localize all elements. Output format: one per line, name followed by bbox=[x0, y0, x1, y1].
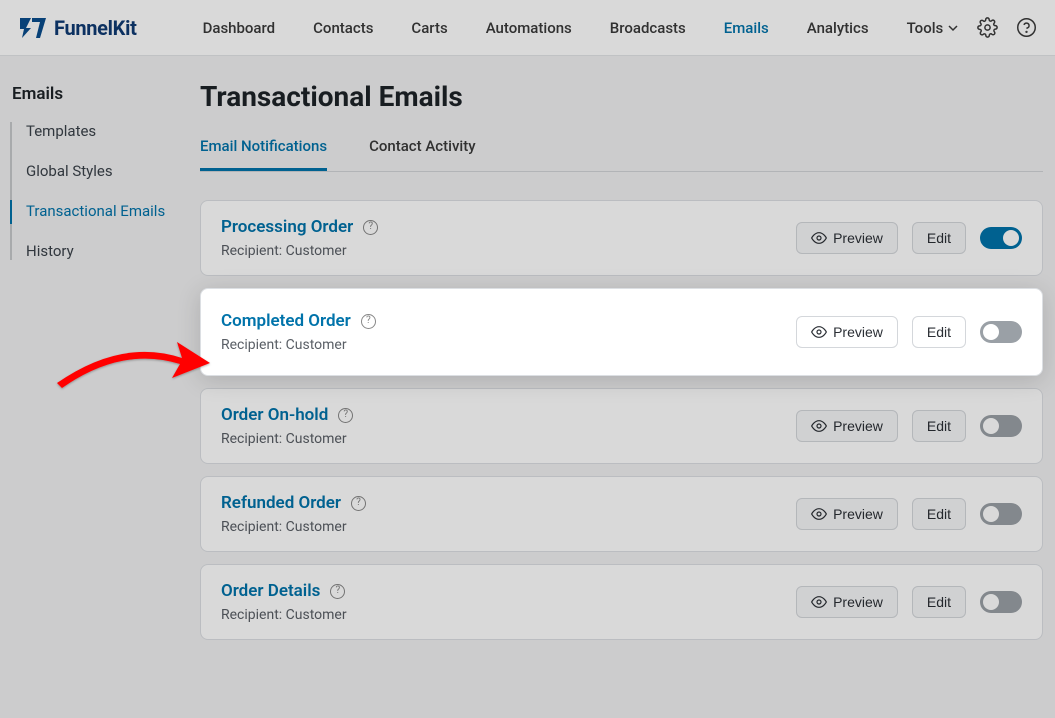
sidebar: Emails Templates Global Styles Transacti… bbox=[0, 56, 200, 718]
enable-toggle[interactable] bbox=[980, 227, 1022, 249]
card-title-row: Order Details? bbox=[221, 581, 347, 601]
preview-label: Preview bbox=[833, 418, 883, 434]
edit-button[interactable]: Edit bbox=[912, 410, 966, 442]
toggle-knob bbox=[983, 418, 999, 434]
eye-icon bbox=[811, 506, 827, 522]
settings-icon[interactable] bbox=[977, 17, 998, 38]
tab-contact-activity[interactable]: Contact Activity bbox=[369, 137, 476, 171]
edit-button[interactable]: Edit bbox=[912, 498, 966, 530]
email-card: Order On-hold? Recipient: Customer Preview… bbox=[200, 388, 1043, 464]
sidebar-heading: Emails bbox=[8, 84, 200, 122]
page-title: Transactional Emails bbox=[200, 80, 1043, 113]
card-left: Completed Order? Recipient: Customer bbox=[221, 311, 376, 353]
email-card: Processing Order? Recipient: Customer Prev… bbox=[200, 200, 1043, 276]
tab-email-notifications[interactable]: Email Notifications bbox=[200, 137, 327, 171]
card-title-row: Processing Order? bbox=[221, 217, 378, 237]
card-left: Order On-hold? Recipient: Customer bbox=[221, 405, 353, 447]
card-subtitle: Recipient: Customer bbox=[221, 607, 347, 623]
card-left: Processing Order? Recipient: Customer bbox=[221, 217, 378, 259]
preview-label: Preview bbox=[833, 230, 883, 246]
enable-toggle[interactable] bbox=[980, 321, 1022, 343]
card-actions: Preview Edit bbox=[796, 316, 1022, 348]
sidebar-item-global-styles[interactable]: Global Styles bbox=[26, 162, 200, 180]
logo[interactable]: FunnelKit bbox=[18, 16, 137, 40]
card-actions: Preview Edit bbox=[796, 410, 1022, 442]
topnav: Dashboard Contacts Carts Automations Bro… bbox=[203, 19, 960, 37]
eye-icon bbox=[811, 324, 827, 340]
card-subtitle: Recipient: Customer bbox=[221, 431, 353, 447]
card-title-link[interactable]: Processing Order bbox=[221, 217, 353, 237]
email-card: Completed Order? Recipient: Customer Previ… bbox=[200, 288, 1043, 376]
toggle-knob bbox=[983, 506, 999, 522]
info-icon[interactable]: ? bbox=[363, 220, 378, 235]
card-actions: Preview Edit bbox=[796, 222, 1022, 254]
topnav-carts[interactable]: Carts bbox=[411, 19, 447, 37]
tabs: Email Notifications Contact Activity bbox=[200, 137, 1043, 172]
eye-icon bbox=[811, 230, 827, 246]
topnav-analytics[interactable]: Analytics bbox=[807, 19, 869, 37]
card-left: Order Details? Recipient: Customer bbox=[221, 581, 347, 623]
info-icon[interactable]: ? bbox=[361, 314, 376, 329]
toggle-knob bbox=[983, 594, 999, 610]
preview-button[interactable]: Preview bbox=[796, 222, 898, 254]
preview-button[interactable]: Preview bbox=[796, 316, 898, 348]
edit-button[interactable]: Edit bbox=[912, 222, 966, 254]
topnav-emails[interactable]: Emails bbox=[724, 19, 769, 37]
preview-label: Preview bbox=[833, 594, 883, 610]
edit-button[interactable]: Edit bbox=[912, 316, 966, 348]
sidebar-item-transactional-emails[interactable]: Transactional Emails bbox=[26, 202, 200, 220]
edit-button[interactable]: Edit bbox=[912, 586, 966, 618]
card-title-row: Completed Order? bbox=[221, 311, 376, 331]
topnav-tools[interactable]: Tools bbox=[907, 19, 960, 37]
info-icon[interactable]: ? bbox=[338, 408, 353, 423]
layout: Emails Templates Global Styles Transacti… bbox=[0, 56, 1055, 718]
card-title-link[interactable]: Order Details bbox=[221, 581, 320, 601]
preview-button[interactable]: Preview bbox=[796, 498, 898, 530]
enable-toggle[interactable] bbox=[980, 591, 1022, 613]
preview-label: Preview bbox=[833, 324, 883, 340]
sidebar-items: Templates Global Styles Transactional Em… bbox=[10, 122, 200, 260]
preview-label: Preview bbox=[833, 506, 883, 522]
enable-toggle[interactable] bbox=[980, 415, 1022, 437]
info-icon[interactable]: ? bbox=[330, 584, 345, 599]
card-left: Refunded Order? Recipient: Customer bbox=[221, 493, 366, 535]
card-subtitle: Recipient: Customer bbox=[221, 243, 378, 259]
card-actions: Preview Edit bbox=[796, 498, 1022, 530]
card-title-link[interactable]: Order On-hold bbox=[221, 405, 328, 425]
card-subtitle: Recipient: Customer bbox=[221, 519, 366, 535]
preview-button[interactable]: Preview bbox=[796, 410, 898, 442]
card-actions: Preview Edit bbox=[796, 586, 1022, 618]
card-title-link[interactable]: Refunded Order bbox=[221, 493, 341, 513]
eye-icon bbox=[811, 418, 827, 434]
sidebar-item-templates[interactable]: Templates bbox=[26, 122, 200, 140]
topnav-broadcasts[interactable]: Broadcasts bbox=[610, 19, 686, 37]
card-title-link[interactable]: Completed Order bbox=[221, 311, 351, 331]
topbar: FunnelKit Dashboard Contacts Carts Autom… bbox=[0, 0, 1055, 56]
toggle-knob bbox=[1003, 230, 1019, 246]
card-subtitle: Recipient: Customer bbox=[221, 337, 376, 353]
card-title-row: Order On-hold? bbox=[221, 405, 353, 425]
topnav-dashboard[interactable]: Dashboard bbox=[203, 19, 276, 37]
topnav-tools-label: Tools bbox=[907, 19, 944, 37]
eye-icon bbox=[811, 594, 827, 610]
toggle-knob bbox=[983, 324, 999, 340]
info-icon[interactable]: ? bbox=[351, 496, 366, 511]
topnav-contacts[interactable]: Contacts bbox=[313, 19, 373, 37]
preview-button[interactable]: Preview bbox=[796, 586, 898, 618]
help-icon[interactable] bbox=[1016, 17, 1037, 38]
card-title-row: Refunded Order? bbox=[221, 493, 366, 513]
topnav-automations[interactable]: Automations bbox=[486, 19, 572, 37]
enable-toggle[interactable] bbox=[980, 503, 1022, 525]
email-card: Order Details? Recipient: Customer Preview… bbox=[200, 564, 1043, 640]
logo-text: FunnelKit bbox=[54, 16, 137, 40]
chevron-down-icon bbox=[947, 22, 959, 34]
main: Transactional Emails Email Notifications… bbox=[200, 56, 1055, 718]
cards: Processing Order? Recipient: Customer Prev… bbox=[200, 200, 1043, 640]
email-card: Refunded Order? Recipient: Customer Previe… bbox=[200, 476, 1043, 552]
topbar-right bbox=[977, 17, 1037, 38]
sidebar-item-history[interactable]: History bbox=[26, 242, 200, 260]
